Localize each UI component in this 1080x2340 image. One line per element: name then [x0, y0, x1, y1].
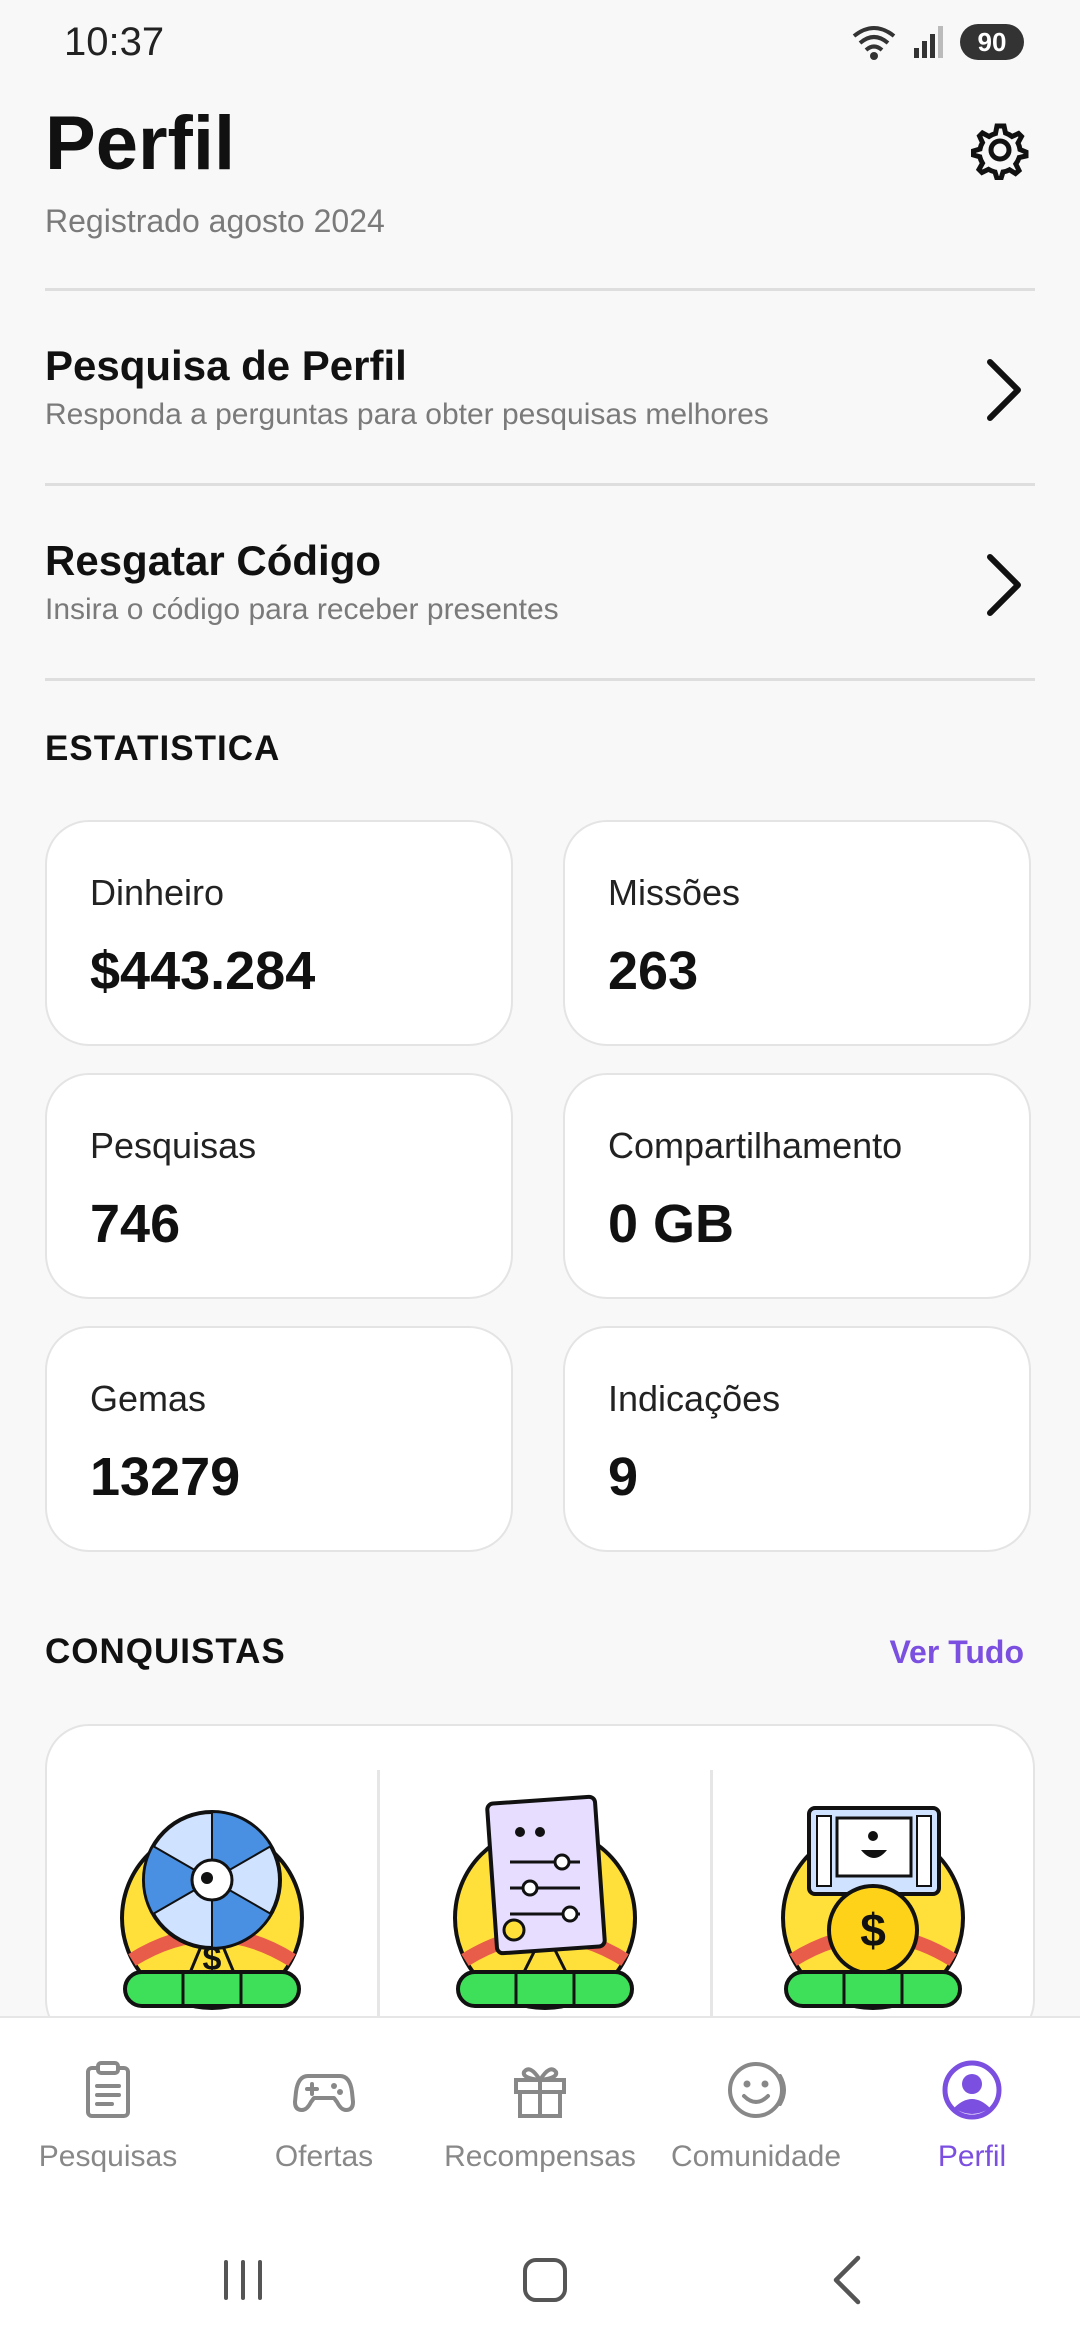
nav-label: Ofertas: [274, 2140, 374, 2173]
back-button[interactable]: [808, 2250, 888, 2310]
home-icon: [523, 2258, 567, 2302]
stat-value: $443.284: [90, 941, 316, 1001]
stat-value: 746: [90, 1194, 181, 1254]
system-nav-bar: [0, 2220, 1080, 2330]
gear-icon: [971, 123, 1029, 180]
gamepad-icon: [293, 2074, 355, 2112]
stat-label: Gemas: [90, 1378, 207, 1419]
stat-label: Pesquisas: [90, 1125, 257, 1166]
nav-label: Comunidade: [670, 2140, 842, 2173]
stat-card-gems: Gemas 13279: [45, 1326, 513, 1552]
see-all-link[interactable]: Ver Tudo: [889, 1634, 1024, 1671]
stat-value: 9: [608, 1447, 639, 1507]
clipboard-icon: [86, 2061, 130, 2118]
status-bar: 10:37 90: [0, 0, 1080, 88]
nav-label: Recompensas: [444, 2140, 636, 2173]
stat-card-sharing: Compartilhamento 0 GB: [563, 1073, 1031, 1299]
chevron-right-icon: [987, 554, 1021, 616]
menu-title: Resgatar Código: [45, 537, 382, 584]
stat-card-missions: Missões 263: [563, 820, 1031, 1046]
stat-value: 13279: [90, 1447, 241, 1507]
menu-subtitle: Responda a perguntas para obter pesquisa…: [45, 398, 769, 431]
menu-subtitle: Insira o código para receber presentes: [45, 593, 559, 626]
stat-card-surveys: Pesquisas 746: [45, 1073, 513, 1299]
nav-item-surveys[interactable]: Pesquisas: [0, 2058, 216, 2198]
divider: [45, 678, 1035, 681]
profile-screen: 10:37 90 Perfil Registrado agosto 2024 P…: [0, 0, 1080, 2340]
stat-value: 263: [608, 941, 699, 1001]
stat-label: Compartilhamento: [608, 1125, 903, 1166]
smiley-icon: [728, 2062, 786, 2118]
status-icons: 90: [850, 22, 1024, 62]
recent-apps-button[interactable]: [203, 2250, 283, 2310]
stat-label: Missões: [608, 872, 741, 913]
stat-label: Dinheiro: [90, 872, 225, 913]
nav-item-profile[interactable]: Perfil: [864, 2058, 1080, 2198]
menu-title: Pesquisa de Perfil: [45, 342, 407, 389]
svg-text:$: $: [860, 1904, 886, 1956]
status-time: 10:37: [64, 20, 165, 64]
achievement-badge[interactable]: $: [713, 1770, 1033, 2042]
recent-apps-icon: [224, 2260, 262, 2300]
battery-indicator: 90: [960, 24, 1024, 60]
gift-icon: [514, 2067, 566, 2118]
video-coin-badge-icon: $: [781, 1806, 965, 2010]
nav-item-community[interactable]: Comunidade: [648, 2058, 864, 2198]
signal-icon: [914, 26, 943, 58]
settings-button[interactable]: [968, 118, 1032, 182]
redeem-code-row[interactable]: Resgatar Código Insira o código para rec…: [0, 487, 1080, 677]
stat-card-referrals: Indicações 9: [563, 1326, 1031, 1552]
achievements-card: $ $: [45, 1724, 1035, 2044]
registered-date: Registrado agosto 2024: [45, 203, 385, 239]
achievement-badge[interactable]: $: [47, 1770, 377, 2042]
spin-wheel-badge-icon: $: [120, 1810, 304, 2010]
nav-label: Pesquisas: [38, 2140, 178, 2173]
wifi-icon: [852, 26, 896, 60]
nav-item-offers[interactable]: Ofertas: [216, 2058, 432, 2198]
profile-icon: [942, 2060, 1002, 2120]
chevron-right-icon: [987, 359, 1021, 421]
divider: [45, 483, 1035, 486]
survey-sheet-badge-icon: [453, 1794, 637, 2010]
achievement-badge[interactable]: [380, 1770, 710, 2042]
stat-label: Indicações: [608, 1378, 781, 1419]
stat-value: 0 GB: [608, 1194, 735, 1254]
stats-section-label: ESTATISTICA: [45, 729, 281, 768]
home-button[interactable]: [505, 2250, 585, 2310]
nav-label: Perfil: [937, 2140, 1007, 2173]
stat-card-money: Dinheiro $443.284: [45, 820, 513, 1046]
profile-survey-row[interactable]: Pesquisa de Perfil Responda a perguntas …: [0, 292, 1080, 482]
back-icon: [833, 2255, 861, 2305]
achievements-section-label: CONQUISTAS: [45, 1632, 286, 1671]
nav-item-rewards[interactable]: Recompensas: [432, 2058, 648, 2198]
divider: [45, 288, 1035, 291]
page-title: Perfil: [45, 101, 236, 186]
